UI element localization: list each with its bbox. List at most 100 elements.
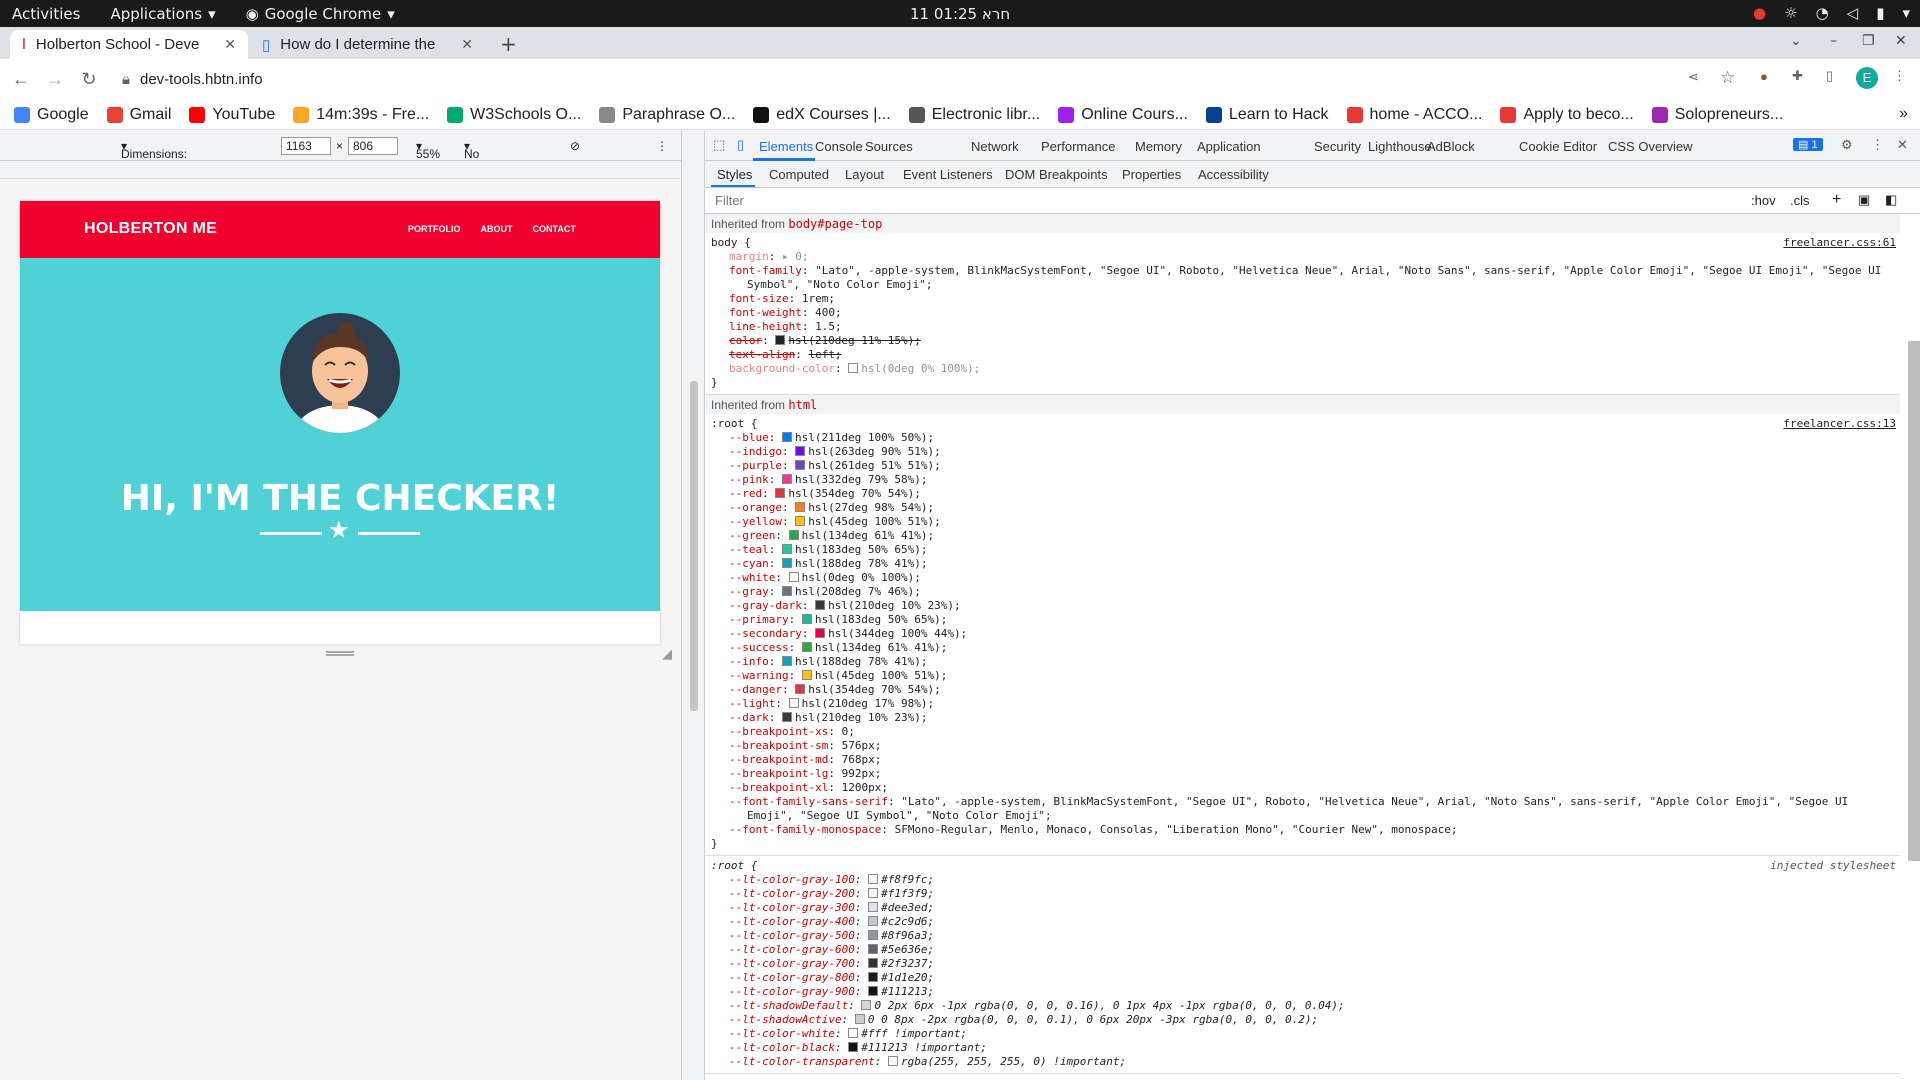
css-declaration[interactable]: --blue: hsl(211deg 100% 50%); — [711, 431, 1894, 445]
devtools-tab[interactable]: Network — [971, 139, 1019, 154]
rule-selector[interactable]: body { — [711, 236, 1894, 250]
issues-badge[interactable]: ▤ 1 — [1793, 138, 1823, 151]
bookmark-item[interactable]: Google — [14, 106, 89, 124]
color-swatch[interactable] — [782, 432, 792, 442]
inherited-selector[interactable]: body#page-top — [788, 217, 882, 231]
minimize-icon[interactable]: – — [1830, 33, 1837, 49]
tab-search-icon[interactable]: ⌄ — [1790, 33, 1802, 49]
css-declaration[interactable]: --pink: hsl(332deg 79% 58%); — [711, 473, 1894, 487]
bookmark-item[interactable]: YouTube — [189, 106, 275, 124]
inspect-element-icon[interactable]: ⬚ — [713, 137, 725, 153]
styles-subtab[interactable]: DOM Breakpoints — [1005, 167, 1108, 182]
css-declaration[interactable]: line-height: 1.5; — [711, 320, 1894, 334]
width-input[interactable]: 1163 — [281, 137, 331, 155]
css-declaration[interactable]: --lt-color-gray-300: #dee3ed; — [711, 901, 1894, 915]
css-declaration[interactable]: --indigo: hsl(263deg 90% 51%); — [711, 445, 1894, 459]
system-tray[interactable]: ● ☼ ◔ ◁ ▮ ▾ — [1753, 4, 1910, 22]
bookmark-item[interactable]: Solopreneurs... — [1651, 106, 1783, 124]
nav-link-contact[interactable]: CONTACT — [533, 224, 576, 234]
color-swatch[interactable] — [795, 516, 806, 526]
resize-corner-icon[interactable]: ◢ — [662, 647, 672, 662]
close-window-icon[interactable]: ✕ — [1895, 33, 1907, 49]
styles-subtab[interactable]: Computed — [769, 167, 829, 182]
devtools-tab[interactable]: Sources — [865, 139, 913, 154]
close-tab-icon[interactable]: ✕ — [224, 36, 236, 53]
css-declaration[interactable]: text-align: left; — [711, 348, 1894, 362]
css-declaration[interactable]: --secondary: hsl(344deg 100% 44%); — [711, 627, 1894, 641]
bookmark-item[interactable]: Gmail — [106, 106, 171, 124]
color-swatch[interactable] — [848, 1028, 859, 1038]
bookmark-item[interactable]: W3Schools O... — [447, 106, 581, 124]
bookmark-item[interactable]: Learn to Hack — [1205, 106, 1329, 124]
devtools-tab[interactable]: Lighthouse — [1368, 139, 1432, 154]
devtools-tab[interactable]: Cookie Editor — [1519, 139, 1597, 154]
color-swatch[interactable] — [795, 446, 806, 456]
color-swatch[interactable] — [868, 874, 879, 884]
profile-avatar[interactable]: E — [1856, 67, 1878, 89]
css-declaration[interactable]: --lt-color-white: #fff !important; — [711, 1027, 1894, 1041]
css-declaration[interactable]: color: hsl(210deg 11% 15%); — [711, 334, 1894, 348]
color-swatch[interactable] — [782, 544, 792, 554]
resize-handle-bottom[interactable] — [326, 651, 354, 656]
css-declaration[interactable]: --lt-color-gray-200: #f1f3f9; — [711, 887, 1894, 901]
css-declaration[interactable]: --orange: hsl(27deg 98% 54%); — [711, 501, 1894, 515]
devtools-tab[interactable]: AdBlock — [1427, 139, 1475, 154]
devtools-splitter[interactable] — [681, 131, 705, 1080]
styles-subtab[interactable]: Layout — [845, 167, 884, 182]
css-declaration[interactable]: --light: hsl(210deg 17% 98%); — [711, 697, 1894, 711]
rule-source-link[interactable]: freelancer.css:13 — [1783, 417, 1896, 431]
color-swatch[interactable] — [815, 600, 826, 610]
activities-button[interactable]: Activities — [12, 5, 80, 23]
devtools-tab[interactable]: Console — [815, 139, 863, 154]
color-swatch[interactable] — [887, 1056, 898, 1066]
css-declaration[interactable]: --breakpoint-lg: 992px; — [711, 767, 1894, 781]
color-swatch[interactable] — [775, 335, 786, 345]
color-swatch[interactable] — [868, 888, 879, 898]
site-brand[interactable]: HOLBERTON ME — [84, 220, 217, 238]
color-swatch[interactable] — [848, 363, 859, 373]
css-declaration[interactable]: background-color: hsl(0deg 0% 100%); — [711, 362, 1894, 376]
devtools-tab[interactable]: Performance — [1041, 139, 1115, 154]
color-swatch[interactable] — [868, 902, 879, 912]
zoom-select[interactable]: 55% ▾ — [416, 139, 440, 161]
bookmarks-overflow-icon[interactable]: » — [1899, 105, 1908, 123]
bookmark-item[interactable]: Electronic libr... — [908, 106, 1040, 124]
css-declaration[interactable]: --breakpoint-xs: 0; — [711, 725, 1894, 739]
cookie-extension-icon[interactable]: ● — [1760, 69, 1768, 84]
settings-gear-icon[interactable]: ⚙ — [1841, 137, 1853, 153]
css-declaration[interactable]: --yellow: hsl(45deg 100% 51%); — [711, 515, 1894, 529]
color-swatch[interactable] — [775, 488, 786, 498]
css-declaration[interactable]: --lt-color-black: #111213 !important; — [711, 1041, 1894, 1055]
color-swatch[interactable] — [868, 986, 879, 996]
color-swatch[interactable] — [782, 656, 792, 666]
css-declaration[interactable]: --green: hsl(134deg 61% 41%); — [711, 529, 1894, 543]
css-declaration[interactable]: --breakpoint-xl: 1200px; — [711, 781, 1894, 795]
bookmark-star-icon[interactable]: ☆ — [1720, 68, 1735, 88]
color-swatch[interactable] — [782, 474, 792, 484]
css-declaration[interactable]: --success: hsl(134deg 61% 41%); — [711, 641, 1894, 655]
devtools-tab[interactable]: Security — [1314, 139, 1361, 154]
css-declaration[interactable]: --lt-color-gray-500: #8f96a3; — [711, 929, 1894, 943]
styles-subtab[interactable]: Properties — [1122, 167, 1181, 182]
hov-toggle[interactable]: :hov — [1751, 193, 1776, 208]
styles-subtab[interactable]: Accessibility — [1198, 167, 1269, 182]
color-swatch[interactable] — [868, 972, 879, 982]
color-swatch[interactable] — [782, 586, 792, 596]
css-declaration[interactable]: --lt-color-gray-800: #1d1e20; — [711, 971, 1894, 985]
color-swatch[interactable] — [788, 530, 799, 540]
css-declaration[interactable]: --purple: hsl(261deg 51% 51%); — [711, 459, 1894, 473]
extensions-icon[interactable]: ✚ — [1792, 68, 1803, 84]
nav-link-about[interactable]: ABOUT — [481, 224, 513, 234]
color-swatch[interactable] — [782, 712, 792, 722]
css-declaration[interactable]: --teal: hsl(183deg 50% 65%); — [711, 543, 1894, 557]
styles-subtab[interactable]: Styles — [717, 167, 752, 182]
color-swatch[interactable] — [795, 684, 806, 694]
css-declaration[interactable]: --gray: hsl(208deg 7% 46%); — [711, 585, 1894, 599]
css-declaration[interactable]: --lt-shadowDefault: 0 2px 6px -1px rgba(… — [711, 999, 1894, 1013]
color-swatch[interactable] — [854, 1014, 865, 1024]
color-swatch[interactable] — [861, 1000, 872, 1010]
close-tab-icon[interactable]: ✕ — [461, 36, 473, 53]
share-icon[interactable]: ⋖ — [1688, 69, 1699, 85]
close-devtools-icon[interactable]: ✕ — [1897, 137, 1908, 153]
devtools-tab[interactable]: Application — [1197, 139, 1261, 154]
